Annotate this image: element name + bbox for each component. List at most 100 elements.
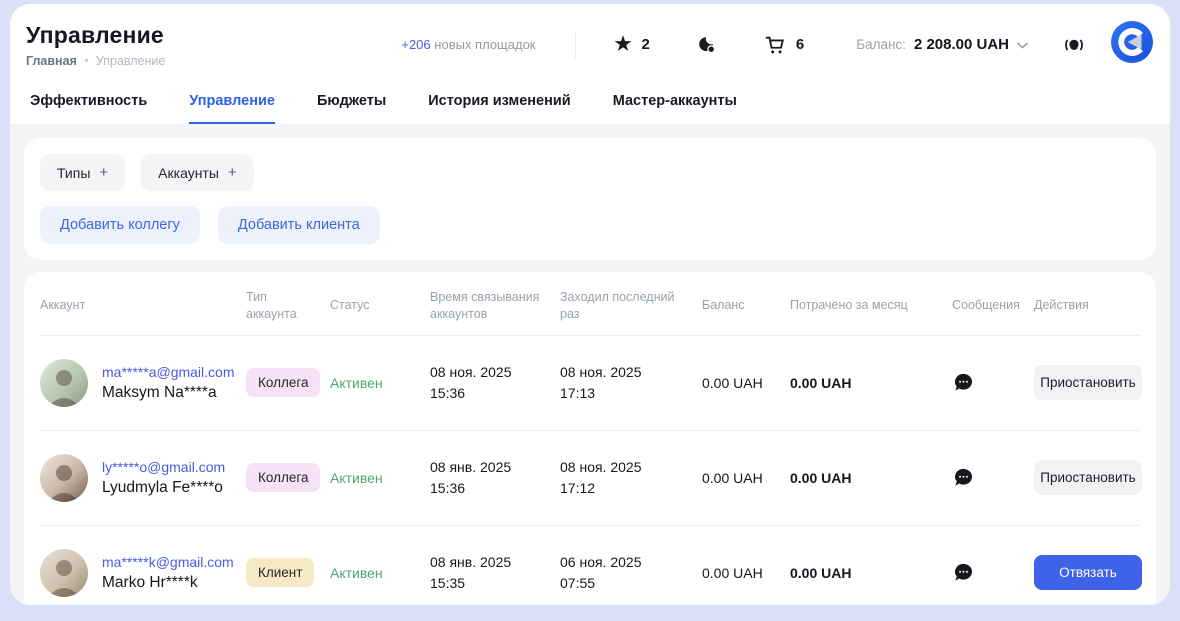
header-stats: ★ 2 [614, 34, 804, 56]
tab-master-accounts[interactable]: Мастер-аккаунты [613, 93, 737, 124]
spent-cell: 0.00 UAH [790, 565, 952, 581]
filter-chip-types-label: Типы [57, 165, 90, 181]
last-seen-date: 08 ноя. 2025 [560, 362, 702, 382]
new-sites-counter[interactable]: +206 новых площадок [401, 37, 535, 52]
account-identity: ma*****a@gmail.com Maksym Na****a [102, 364, 234, 402]
avatar [40, 549, 88, 597]
cart-icon [764, 34, 786, 56]
account-email-link[interactable]: ma*****a@gmail.com [102, 364, 234, 380]
add-buttons-row: Добавить коллегу Добавить клиента [40, 206, 1140, 244]
breadcrumb-current: Управление [96, 54, 166, 68]
suspend-button[interactable]: Приостановить [1034, 365, 1142, 400]
status-badge: Активен [330, 565, 430, 581]
tab-management[interactable]: Управление [189, 93, 275, 124]
add-colleague-button[interactable]: Добавить коллегу [40, 206, 200, 244]
messages-button[interactable] [952, 466, 975, 489]
filter-chip-types[interactable]: Типы + [40, 154, 125, 191]
tab-history[interactable]: История изменений [428, 93, 570, 124]
favorites-stat[interactable]: ★ 2 [614, 35, 649, 54]
new-sites-count: +206 [401, 37, 430, 52]
account-type-badge: Коллега [246, 463, 320, 492]
balance-dropdown[interactable]: Баланс: 2 208.00 UAH [856, 36, 1028, 54]
balance-cell: 0.00 UAH [702, 470, 790, 486]
cloud-icon [696, 34, 718, 56]
last-seen-cell: 08 ноя. 2025 17:12 [560, 457, 702, 498]
spent-cell: 0.00 UAH [790, 470, 952, 486]
account-email-link[interactable]: ly*****o@gmail.com [102, 459, 225, 475]
header-divider [575, 32, 576, 58]
cart-count: 6 [796, 36, 804, 53]
account-identity: ma*****k@gmail.com Marko Hr****k [102, 554, 234, 592]
suspend-button[interactable]: Приостановить [1034, 460, 1142, 495]
avatar [40, 359, 88, 407]
col-header-account-type: Тип аккаунта [246, 289, 330, 323]
account-name: Maksym Na****a [102, 384, 234, 402]
star-icon: ★ [614, 35, 631, 54]
account-name: Lyudmyla Fe****o [102, 479, 225, 497]
account-cell: ly*****o@gmail.com Lyudmyla Fe****o [40, 454, 246, 502]
account-name: Marko Hr****k [102, 574, 234, 592]
breadcrumb-separator [85, 59, 88, 62]
main-window: Управление Главная Управление +206 новых… [10, 4, 1170, 605]
account-cell: ma*****a@gmail.com Maksym Na****a [40, 359, 246, 407]
spent-cell: 0.00 UAH [790, 375, 952, 391]
account-type-badge: Коллега [246, 368, 320, 397]
avatar [40, 454, 88, 502]
breadcrumb-home[interactable]: Главная [26, 54, 77, 68]
tab-bar: Эффективность Управление Бюджеты История… [26, 93, 1154, 124]
col-header-account: Аккаунт [40, 297, 246, 314]
last-seen-time: 07:55 [560, 573, 702, 593]
chat-bubble-icon [952, 371, 975, 394]
last-seen-time: 17:12 [560, 478, 702, 498]
tab-effectiveness[interactable]: Эффективность [30, 93, 147, 124]
add-client-button[interactable]: Добавить клиента [218, 206, 380, 244]
link-date: 08 ноя. 2025 [430, 362, 560, 382]
plus-icon: + [99, 164, 108, 181]
balance-cell: 0.00 UAH [702, 565, 790, 581]
tab-budgets[interactable]: Бюджеты [317, 93, 386, 124]
balance-value: 2 208.00 UAH [914, 36, 1009, 53]
status-badge: Активен [330, 470, 430, 486]
table-row: ma*****k@gmail.com Marko Hr****k Клиент … [40, 525, 1140, 605]
col-header-last-seen: Заходил последний раз [560, 289, 702, 323]
balance-cell: 0.00 UAH [702, 375, 790, 391]
last-seen-cell: 08 ноя. 2025 17:13 [560, 362, 702, 403]
chevron-down-icon [1017, 36, 1028, 54]
link-date: 08 янв. 2025 [430, 552, 560, 572]
col-header-link-time: Время связывания аккаунтов [430, 289, 560, 323]
col-header-status: Статус [330, 297, 430, 314]
notification-bell-icon[interactable] [1062, 33, 1086, 57]
link-time: 15:35 [430, 573, 560, 593]
header-top-row: Управление Главная Управление +206 новых… [26, 20, 1154, 69]
last-seen-cell: 06 ноя. 2025 07:55 [560, 552, 702, 593]
link-time-cell: 08 янв. 2025 15:35 [430, 552, 560, 593]
last-seen-time: 17:13 [560, 383, 702, 403]
last-seen-date: 08 ноя. 2025 [560, 457, 702, 477]
link-time: 15:36 [430, 383, 560, 403]
link-time: 15:36 [430, 478, 560, 498]
last-seen-date: 06 ноя. 2025 [560, 552, 702, 572]
chat-bubble-icon [952, 561, 975, 584]
account-type-badge: Клиент [246, 558, 314, 587]
account-identity: ly*****o@gmail.com Lyudmyla Fe****o [102, 459, 225, 497]
filter-chip-accounts[interactable]: Аккаунты + [141, 154, 254, 191]
accounts-table: Аккаунт Тип аккаунта Статус Время связыв… [24, 272, 1156, 605]
messages-button[interactable] [952, 561, 975, 584]
account-cell: ma*****k@gmail.com Marko Hr****k [40, 549, 246, 597]
cloud-stat[interactable] [696, 34, 718, 56]
link-time-cell: 08 ноя. 2025 15:36 [430, 362, 560, 403]
cart-stat[interactable]: 6 [764, 34, 804, 56]
unlink-button[interactable]: Отвязать [1034, 555, 1142, 590]
account-email-link[interactable]: ma*****k@gmail.com [102, 554, 234, 570]
messages-button[interactable] [952, 371, 975, 394]
chat-bubble-icon [952, 466, 975, 489]
link-date: 08 янв. 2025 [430, 457, 560, 477]
logo[interactable] [1110, 20, 1154, 69]
title-block: Управление Главная Управление [26, 22, 236, 68]
header: Управление Главная Управление +206 новых… [10, 4, 1170, 124]
status-badge: Активен [330, 375, 430, 391]
filter-chips: Типы + Аккаунты + [40, 154, 1140, 191]
col-header-messages: Сообщения [952, 297, 1034, 314]
balance-label: Баланс: [856, 37, 906, 52]
col-header-balance: Баланс [702, 297, 790, 314]
